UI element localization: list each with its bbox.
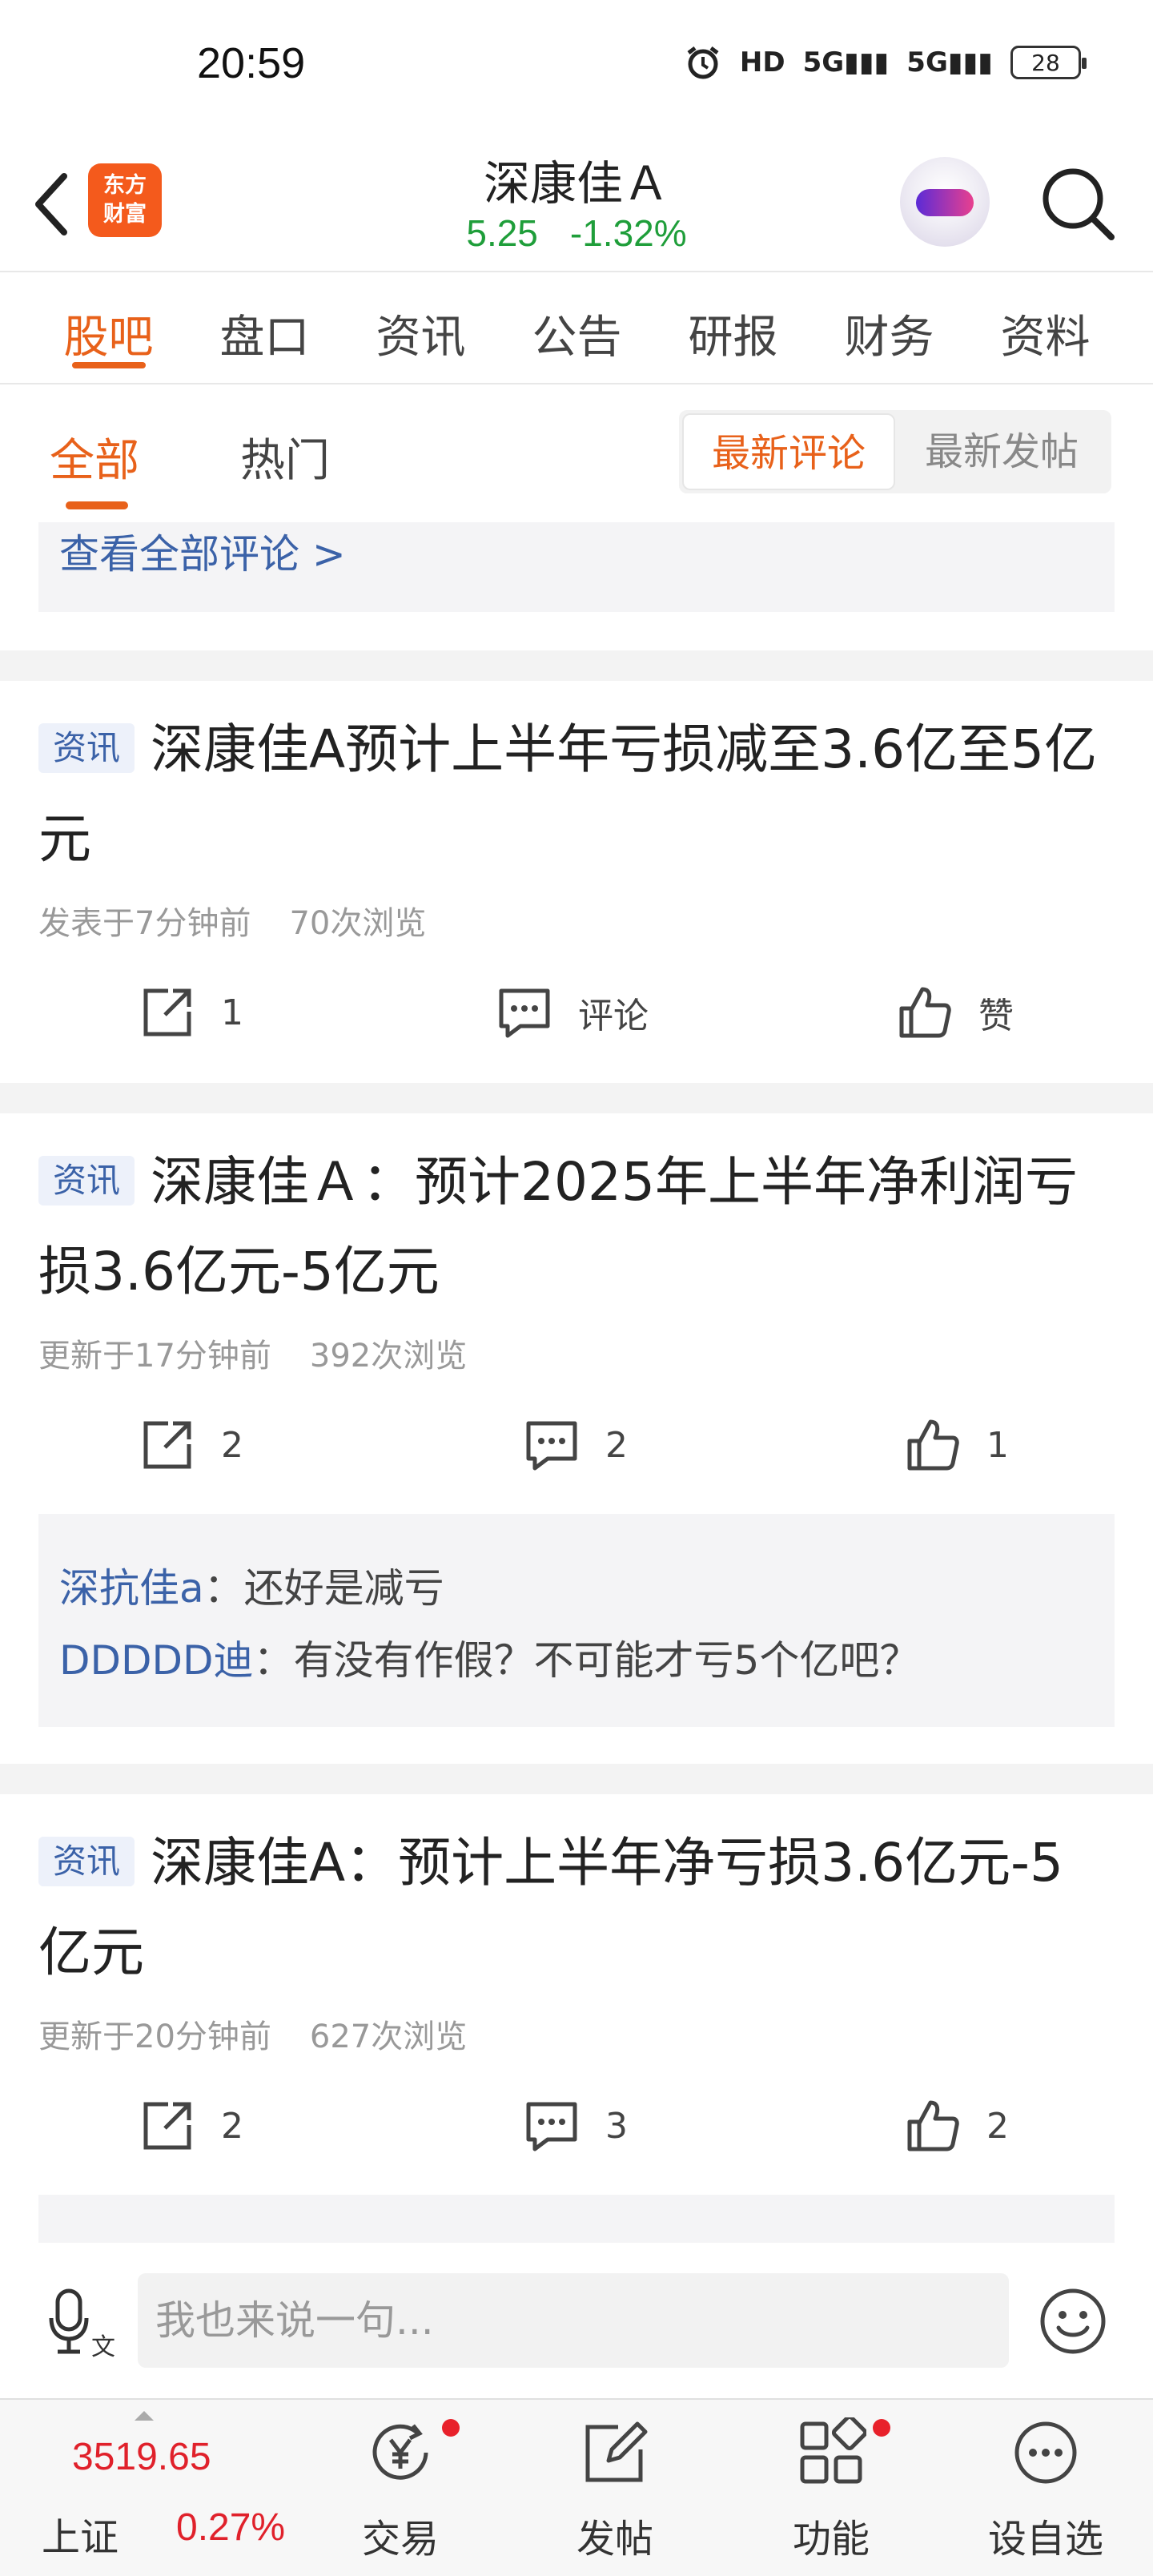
news-tag: 资讯	[38, 1837, 135, 1886]
index-name: 上证	[42, 2515, 119, 2560]
sub-tabs: 全部 热门 最新评论 最新发帖	[0, 384, 1153, 521]
news-tag: 资讯	[38, 1156, 135, 1205]
nav-functions-label: 功能	[792, 2517, 870, 2562]
tab-profile[interactable]: 资料	[967, 274, 1123, 383]
comment-preview-box: 查看全部评论 >	[38, 522, 1115, 612]
header-divider	[0, 271, 1153, 272]
svg-text:文: 文	[91, 2333, 115, 2358]
stock-change: -1.32%	[569, 212, 687, 254]
tab-pankou[interactable]: 盘口	[187, 274, 343, 383]
tab-announcements[interactable]: 公告	[499, 274, 655, 383]
tab-research[interactable]: 研报	[655, 274, 811, 383]
view-all-comments-link[interactable]: 查看全部评论 >	[59, 522, 346, 580]
post-meta: 更新于20分钟前 627次浏览	[38, 2019, 468, 2055]
more-dots-icon	[1014, 2421, 1077, 2484]
emoji-icon[interactable]	[1038, 2286, 1108, 2357]
post-card[interactable]: 资讯 深康佳A预计上半年亏损减至3.6亿至5亿元 发表于7分钟前 70次浏览 1 评…	[0, 681, 1153, 1081]
voice-input-icon[interactable]: 文	[46, 2286, 119, 2358]
subtab-all[interactable]: 全部	[50, 425, 139, 489]
search-icon[interactable]	[1038, 163, 1118, 244]
subtab-underline	[66, 501, 128, 509]
signal-icon-2: 5G▮▮▮	[906, 46, 993, 78]
nav-post-label: 发帖	[576, 2517, 653, 2562]
reply-preview-box[interactable]: 深抗佳a：还好是减亏 DDDDD迪：有没有作假？不可能才亏5个亿吧？	[38, 1514, 1115, 1727]
stock-price: 5.25	[466, 212, 538, 254]
reply-user: DDDDD迪	[59, 1637, 254, 1684]
index-ticker[interactable]: 3519.65 上证 0.27%	[38, 2400, 303, 2576]
index-change: 0.27%	[176, 2506, 286, 2549]
status-icons: HD 5G▮▮▮ 5G▮▮▮ 28	[684, 43, 1087, 82]
assistant-robot-avatar[interactable]	[900, 157, 990, 247]
status-time: 20:59	[197, 39, 306, 87]
tab-finance[interactable]: 财务	[811, 274, 967, 383]
share-button[interactable]: 2	[136, 1405, 243, 1485]
sort-segment: 最新评论 最新发帖	[679, 410, 1111, 493]
like-button[interactable]: 1	[902, 1405, 1009, 1485]
post-meta: 更新于17分钟前 392次浏览	[38, 1338, 468, 1375]
news-tag: 资讯	[38, 723, 135, 773]
share-button[interactable]: 2	[136, 2086, 243, 2166]
sort-latest-post[interactable]: 最新发帖	[895, 413, 1108, 490]
reply-user: 深抗佳a	[59, 1565, 204, 1612]
reply-item: DDDDD迪：有没有作假？不可能才亏5个亿吧？	[59, 1637, 920, 1684]
index-value: 3519.65	[72, 2436, 211, 2478]
comment-button[interactable]: 3	[520, 2086, 628, 2166]
bottom-navigation: 3519.65 上证 0.27% 交易 发帖 功能 设自选	[0, 2398, 1153, 2576]
caret-up-icon	[135, 2411, 154, 2421]
nav-trade[interactable]: 交易	[320, 2400, 480, 2576]
tab-news[interactable]: 资讯	[343, 274, 499, 383]
trade-yen-icon	[372, 2424, 428, 2480]
battery-level: 28	[1031, 49, 1060, 76]
share-icon	[143, 1421, 191, 1469]
post-card[interactable]: 资讯 深康佳A：预计上半年净亏损3.6亿元-5亿元 更新于20分钟前 627次浏览 …	[0, 1794, 1153, 2243]
nav-post[interactable]: 发帖	[535, 2400, 695, 2576]
reply-item: 深抗佳a：还好是减亏	[59, 1565, 444, 1612]
alarm-icon	[687, 46, 719, 79]
notification-dot	[442, 2419, 460, 2437]
subtab-hot[interactable]: 热门	[240, 425, 330, 489]
battery-icon: 28	[1010, 46, 1087, 79]
edit-post-icon	[585, 2421, 648, 2482]
comment-button[interactable]: 评论	[493, 972, 649, 1053]
notification-dot	[873, 2419, 890, 2437]
post-title[interactable]: 资讯 深康佳A预计上半年亏损减至3.6亿至5亿元	[38, 705, 1115, 884]
thumbs-up-icon	[907, 2100, 959, 2151]
thumbs-up-icon	[907, 1419, 959, 1471]
comment-button[interactable]: 2	[520, 1405, 628, 1485]
nav-trade-label: 交易	[361, 2517, 439, 2562]
sort-latest-comment[interactable]: 最新评论	[682, 413, 895, 490]
app-header: 东方 财富 深康佳Ａ 5.25 -1.32%	[0, 128, 1153, 272]
comment-input[interactable]: 我也来说一句...	[138, 2273, 1009, 2368]
main-tabs: 股吧 盘口 资讯 公告 研报 财务 资料	[0, 274, 1153, 383]
post-card[interactable]: 资讯 深康佳Ａ：预计2025年上半年净利润亏损3.6亿元-5亿元 更新于17分钟前…	[0, 1113, 1153, 1762]
post-meta: 发表于7分钟前 70次浏览	[38, 905, 427, 942]
like-button[interactable]: 赞	[894, 972, 1014, 1053]
post-title[interactable]: 资讯 深康佳A：预计上半年净亏损3.6亿元-5亿元	[38, 1818, 1115, 1998]
next-box-edge	[38, 2195, 1115, 2243]
section-gap	[0, 650, 1153, 681]
comment-icon	[526, 1421, 577, 1471]
section-gap	[0, 1083, 1153, 1113]
status-bar: 20:59 HD 5G▮▮▮ 5G▮▮▮ 28	[0, 0, 1153, 128]
tab-guba[interactable]: 股吧	[30, 274, 187, 383]
share-icon	[143, 988, 191, 1036]
post-actions: 2 3 2	[0, 2086, 1153, 2166]
post-actions: 1 评论 赞	[0, 972, 1153, 1053]
nav-add-watchlist[interactable]: 设自选	[966, 2400, 1126, 2576]
comment-icon	[526, 2102, 577, 2151]
like-button[interactable]: 2	[902, 2086, 1009, 2166]
share-button[interactable]: 1	[136, 972, 243, 1053]
comment-input-bar: 文 我也来说一句...	[0, 2243, 1153, 2400]
thumbs-up-icon	[899, 987, 951, 1038]
hd-icon: HD	[739, 46, 785, 78]
nav-add-watchlist-label: 设自选	[987, 2517, 1103, 2562]
share-icon	[143, 2102, 191, 2150]
section-gap	[0, 1764, 1153, 1794]
nav-functions[interactable]: 功能	[751, 2400, 911, 2576]
grid-apps-icon	[800, 2417, 866, 2484]
post-actions: 2 2 1	[0, 1405, 1153, 1485]
signal-icon-1: 5G▮▮▮	[802, 46, 890, 78]
post-title[interactable]: 资讯 深康佳Ａ：预计2025年上半年净利润亏损3.6亿元-5亿元	[38, 1137, 1115, 1317]
comment-icon	[499, 988, 550, 1038]
